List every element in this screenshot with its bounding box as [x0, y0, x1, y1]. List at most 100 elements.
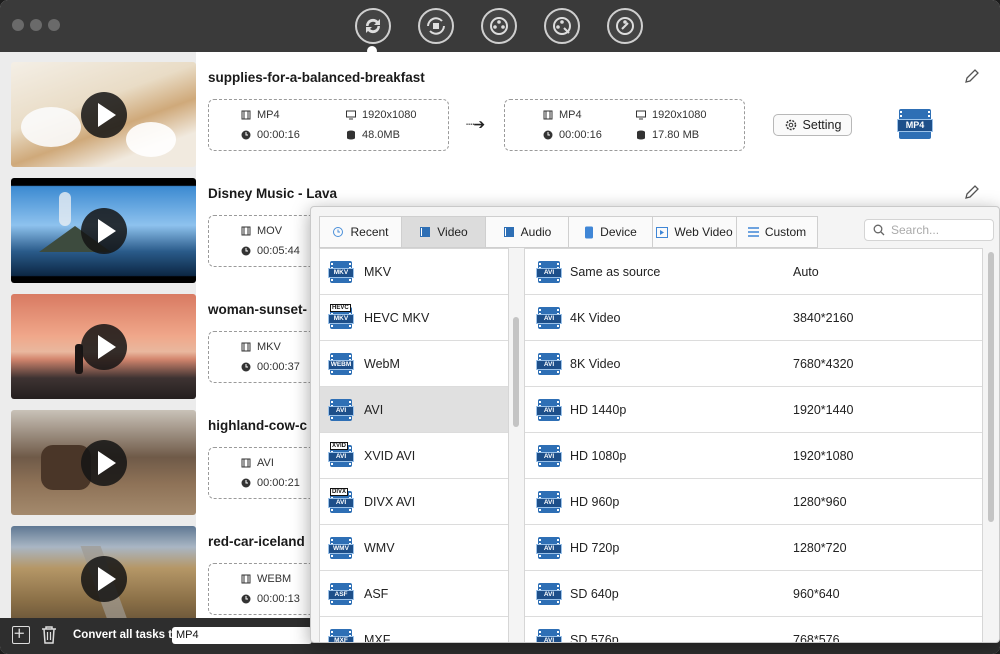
preset-resolution: 1920*1440: [793, 402, 854, 417]
toolbox-tool-button[interactable]: [607, 8, 643, 44]
play-icon[interactable]: [81, 324, 127, 370]
preset-item[interactable]: AVI HD 960p 1280*960: [525, 479, 982, 525]
format-item-avi[interactable]: AVI AVI: [320, 387, 508, 433]
tab-recent[interactable]: Recent: [319, 216, 401, 248]
pencil-icon[interactable]: [964, 184, 980, 200]
play-icon[interactable]: [81, 92, 127, 138]
setting-button[interactable]: Setting: [773, 114, 852, 136]
preset-name: 8K Video: [570, 356, 621, 371]
format-item-webm[interactable]: WEBM WebM: [320, 341, 508, 387]
format-name: DIVX AVI: [364, 494, 416, 509]
film-edit-icon: [553, 17, 571, 35]
preset-item[interactable]: AVI HD 720p 1280*720: [525, 525, 982, 571]
format-item-divx-avi[interactable]: AVI DIVX DIVX AVI: [320, 479, 508, 525]
convert-all-format-select[interactable]: MP4: [172, 627, 312, 644]
preset-resolution: Auto: [793, 264, 819, 279]
task-title: supplies-for-a-balanced-breakfast: [208, 70, 425, 85]
preset-item[interactable]: AVI HD 1080p 1920*1080: [525, 433, 982, 479]
film-icon: [241, 574, 251, 584]
titlebar: [0, 0, 1000, 56]
pencil-icon[interactable]: [964, 68, 980, 84]
preset-list-scrollbar[interactable]: [988, 252, 994, 522]
rotate-tool-button[interactable]: [418, 8, 454, 44]
source-format: AVI: [257, 457, 274, 469]
edit-tool-button[interactable]: [544, 8, 580, 44]
format-item-mxf[interactable]: MXF MXF: [320, 617, 508, 643]
delete-button[interactable]: [40, 625, 58, 645]
convert-tool-button[interactable]: [355, 8, 391, 44]
output-size: 17.80 MB: [652, 129, 700, 141]
format-list-scrollbar[interactable]: [513, 317, 519, 427]
video-thumbnail[interactable]: [11, 526, 196, 631]
video-thumbnail[interactable]: [11, 410, 196, 515]
film-reel-icon: [490, 17, 508, 35]
avi-format-icon: AVI: [536, 535, 562, 561]
tab-video[interactable]: Video: [401, 216, 485, 248]
audio-file-icon: [503, 227, 514, 237]
film-icon: [543, 110, 553, 120]
tab-web-video[interactable]: Web Video: [652, 216, 736, 248]
format-category-tabs: Recent Video Audio Device Web Video Cust…: [319, 216, 818, 248]
preset-item[interactable]: AVI 4K Video 3840*2160: [525, 295, 982, 341]
play-icon[interactable]: [81, 440, 127, 486]
format-search-input[interactable]: Search...: [864, 219, 994, 241]
preset-item[interactable]: AVI SD 576p 768*576: [525, 617, 982, 642]
output-format-selector[interactable]: MP4: [897, 107, 933, 141]
preset-item[interactable]: AVI Same as source Auto: [525, 249, 982, 295]
clock-icon: [241, 246, 251, 256]
output-info-box[interactable]: MP4 1920x1080 00:00:16 17.80 MB: [504, 99, 745, 151]
clock-icon: [241, 478, 251, 488]
phone-icon: [585, 226, 594, 238]
tab-label: Video: [437, 225, 468, 239]
tab-label: Audio: [520, 225, 552, 239]
source-resolution: 1920x1080: [362, 109, 417, 121]
task-title: Disney Music - Lava: [208, 186, 338, 201]
format-name: HEVC MKV: [364, 310, 430, 325]
format-item-asf[interactable]: ASF ASF: [320, 571, 508, 617]
format-item-mkv[interactable]: MKV MKV: [320, 249, 508, 295]
format-item-xvid-avi[interactable]: AVI XVID XVID AVI: [320, 433, 508, 479]
tab-audio[interactable]: Audio: [485, 216, 568, 248]
video-thumbnail[interactable]: [11, 62, 196, 167]
asf-format-icon: ASF: [328, 581, 354, 607]
format-name: MXF: [364, 632, 391, 643]
source-duration: 00:00:13: [257, 593, 300, 605]
tab-device[interactable]: Device: [568, 216, 652, 248]
task-row: supplies-for-a-balanced-breakfast MP4 19…: [0, 52, 1000, 168]
minimize-window-button[interactable]: [30, 19, 42, 31]
hevc-mkv-format-icon: MKV HEVC: [328, 303, 354, 331]
play-icon[interactable]: [81, 208, 127, 254]
film-tools-icon: [616, 17, 634, 35]
mxf-format-icon: MXF: [328, 627, 354, 642]
close-window-button[interactable]: [12, 19, 24, 31]
clock-icon: [241, 594, 251, 604]
film-icon: [241, 110, 251, 120]
preset-name: HD 960p: [570, 494, 620, 509]
zoom-window-button[interactable]: [48, 19, 60, 31]
tab-label: Recent: [350, 225, 389, 239]
film-icon: [241, 458, 251, 468]
source-info-box: MP4 1920x1080 00:00:16 48.0MB: [208, 99, 449, 151]
video-thumbnail[interactable]: [11, 178, 196, 283]
video-tool-button[interactable]: [481, 8, 517, 44]
rotate-icon: [427, 17, 445, 35]
preset-resolution: 3840*2160: [793, 310, 854, 325]
add-file-button[interactable]: [12, 626, 30, 644]
preset-item[interactable]: AVI HD 1440p 1920*1440: [525, 387, 982, 433]
preset-item[interactable]: AVI SD 640p 960*640: [525, 571, 982, 617]
video-thumbnail[interactable]: [11, 294, 196, 399]
preset-resolution: 960*640: [793, 586, 840, 601]
avi-format-icon: AVI: [536, 397, 562, 423]
play-icon[interactable]: [81, 556, 127, 602]
format-item-wmv[interactable]: WMV WMV: [320, 525, 508, 571]
format-item-hevc-mkv[interactable]: MKV HEVC HEVC MKV: [320, 295, 508, 341]
search-placeholder: Search...: [891, 223, 940, 237]
mkv-format-icon: MKV: [328, 259, 354, 285]
clock-icon: [241, 130, 251, 140]
history-icon: [333, 227, 344, 237]
avi-format-icon: AVI: [536, 305, 562, 331]
tab-custom[interactable]: Custom: [736, 216, 818, 248]
database-icon: [346, 130, 356, 140]
search-icon: [873, 224, 885, 236]
preset-item[interactable]: AVI 8K Video 7680*4320: [525, 341, 982, 387]
